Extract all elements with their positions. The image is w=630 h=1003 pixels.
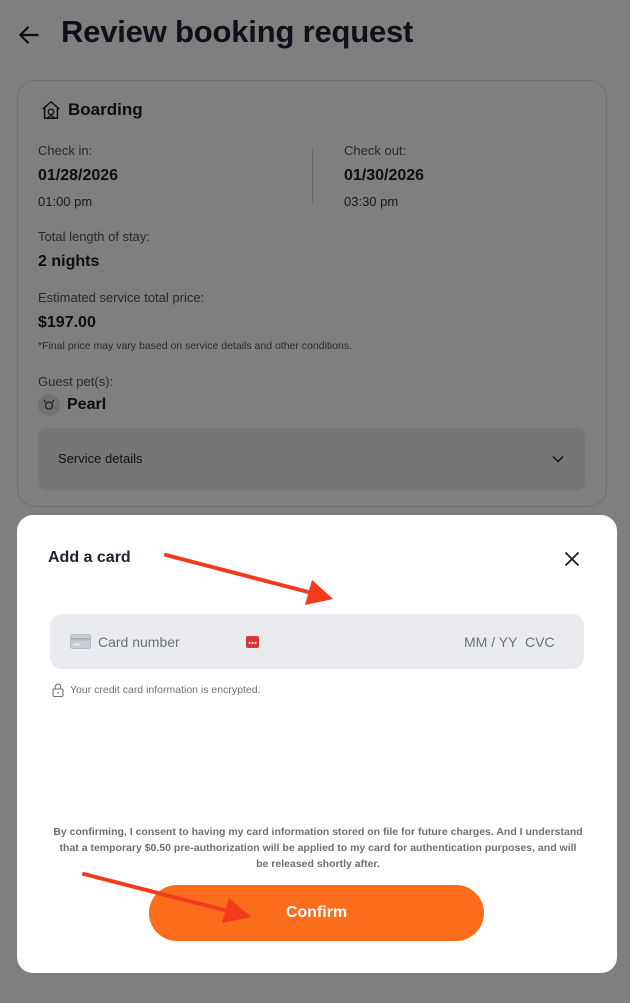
consent-text: By confirming, I consent to having my ca… <box>53 826 583 870</box>
cvc-placeholder[interactable]: CVC <box>525 634 555 650</box>
close-icon[interactable] <box>562 549 582 569</box>
add-card-modal: Add a card Card number MM / YY CVC Your … <box>17 515 617 973</box>
encryption-note: Your credit card information is encrypte… <box>52 683 260 697</box>
lock-icon <box>52 683 64 697</box>
card-number-placeholder[interactable]: Card number <box>98 634 180 650</box>
modal-title: Add a card <box>48 549 131 566</box>
credit-card-icon <box>70 634 91 649</box>
dots-icon[interactable] <box>246 636 259 648</box>
card-input-field[interactable]: Card number MM / YY CVC <box>50 614 584 669</box>
confirm-button[interactable]: Confirm <box>149 885 484 941</box>
expiry-placeholder[interactable]: MM / YY <box>464 634 517 650</box>
encryption-text: Your credit card information is encrypte… <box>70 684 261 696</box>
